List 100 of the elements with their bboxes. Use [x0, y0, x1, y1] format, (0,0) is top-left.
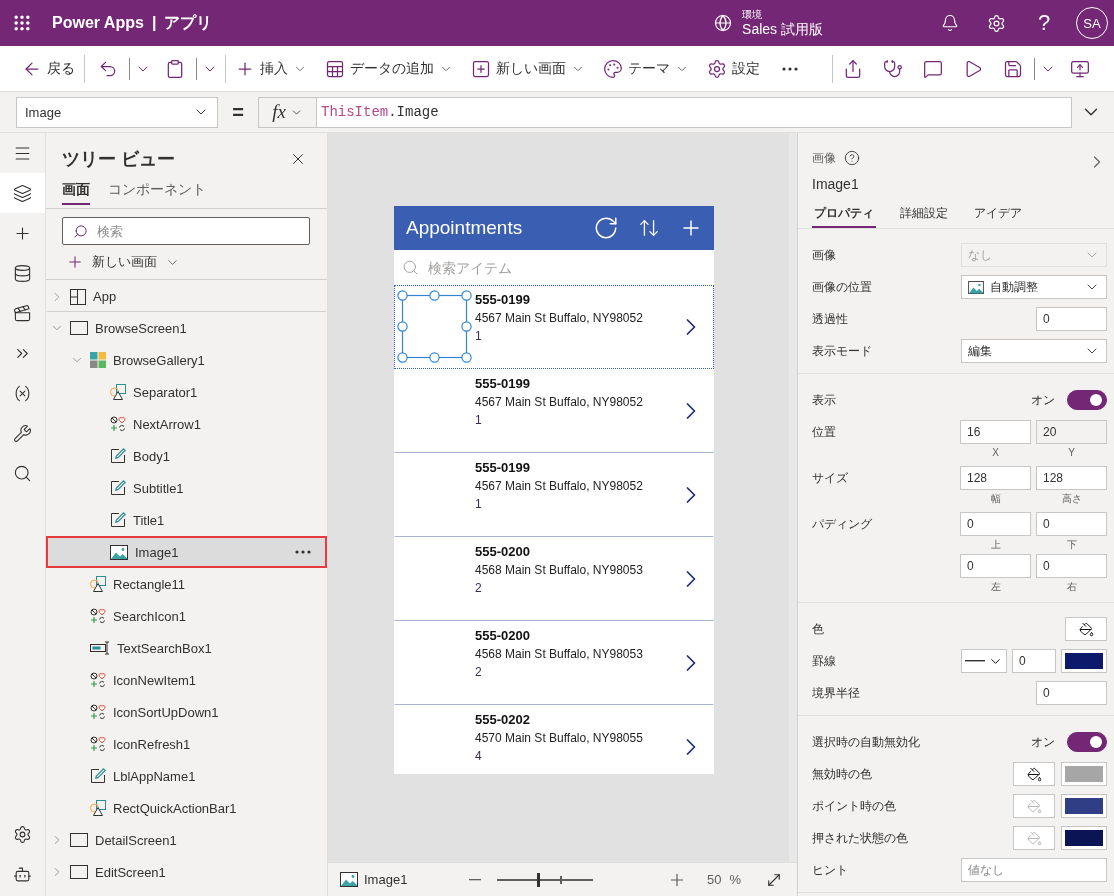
- number-field[interactable]: 0: [1012, 649, 1056, 673]
- minus-icon: [468, 878, 481, 881]
- item-title: 555-0200: [475, 543, 530, 561]
- gallery-item[interactable]: 555-0200 4568 Main St Buffalo, NY98053 2: [394, 537, 714, 621]
- tree-item[interactable]: Body1: [46, 440, 327, 472]
- search-field[interactable]: 検索: [62, 217, 310, 245]
- field-caption: 下: [1066, 538, 1077, 552]
- tree-item[interactable]: IconNewItem1: [46, 664, 327, 696]
- help-icon[interactable]: [844, 150, 860, 166]
- number-field[interactable]: 16: [960, 420, 1031, 444]
- gallery-item[interactable]: 555-0202 4570 Main St Buffalo, NY98055 4: [394, 705, 714, 774]
- add-data-button[interactable]: データの追加: [319, 52, 459, 85]
- back-button[interactable]: 戻る: [16, 52, 81, 85]
- number-field[interactable]: 0: [1036, 512, 1107, 536]
- field-caption: 高さ: [1061, 492, 1082, 506]
- toggle-switch[interactable]: [1067, 390, 1107, 410]
- zoom-in-button[interactable]: [668, 871, 685, 888]
- theme-button[interactable]: テーマ: [597, 52, 695, 85]
- brand-name: Power Apps: [52, 14, 144, 32]
- tree-item[interactable]: BrowseScreen1: [46, 312, 327, 344]
- tree-item[interactable]: Image1: [46, 536, 327, 568]
- item-body: 4: [475, 748, 482, 765]
- slider-thumb[interactable]: [537, 872, 541, 887]
- tree-item[interactable]: TextSearchBox1: [46, 632, 327, 664]
- image-icon: [340, 872, 358, 887]
- toggle-switch[interactable]: [1067, 732, 1107, 752]
- tree-item[interactable]: Subtitle1: [46, 472, 327, 504]
- control-name: Image1: [812, 175, 859, 194]
- field-caption: 上: [990, 538, 1001, 552]
- tree-item[interactable]: Separator1: [46, 376, 327, 408]
- text-field[interactable]: 値なし: [961, 858, 1107, 882]
- tree-item[interactable]: IconRefresh1: [46, 728, 327, 760]
- plus-square-icon: [471, 58, 491, 79]
- settings-button[interactable]: [987, 13, 1006, 33]
- search-icon: [402, 259, 419, 276]
- tree-item[interactable]: IconSortUpDown1: [46, 696, 327, 728]
- new-screen-button[interactable]: 新しい画面: [64, 249, 182, 275]
- item-body: 1: [475, 412, 482, 429]
- formula-input[interactable]: ThisItem.Image: [317, 96, 1072, 128]
- pencil-icon: [110, 480, 126, 496]
- tab[interactable]: 詳細設定: [898, 203, 950, 228]
- pencil-icon: [110, 512, 126, 528]
- shapes-icon: [90, 800, 106, 816]
- globe-icon: [714, 14, 733, 32]
- tree-item[interactable]: Rectangle11: [46, 568, 327, 600]
- new-screen-button[interactable]: 新しい画面: [465, 52, 591, 85]
- zoom-unit: %: [729, 872, 741, 887]
- settings-button[interactable]: 設定: [701, 52, 766, 85]
- number-field[interactable]: 128: [1036, 466, 1107, 490]
- sort-icon[interactable]: [638, 217, 660, 239]
- tree-item[interactable]: BrowseGallery1: [46, 344, 327, 376]
- tree-item[interactable]: Title1: [46, 504, 327, 536]
- number-field[interactable]: 128: [960, 466, 1031, 490]
- refresh-icon[interactable]: [593, 215, 619, 241]
- layers-icon: [13, 183, 32, 203]
- tree-item[interactable]: LblAppName1: [46, 760, 327, 792]
- zoom-value: 50: [706, 872, 722, 887]
- tree-item[interactable]: RectQuickActionBar1: [46, 792, 327, 824]
- number-field[interactable]: 0: [1036, 681, 1107, 705]
- dropdown[interactable]: 自動調整: [961, 275, 1107, 299]
- number-field[interactable]: 0: [960, 554, 1031, 578]
- gallery-item[interactable]: 555-0199 4567 Main St Buffalo, NY98052 1: [394, 369, 714, 453]
- shapes-icon: [90, 576, 106, 592]
- dropdown[interactable]: 編集: [961, 339, 1107, 363]
- app-launcher-button[interactable]: [12, 13, 32, 33]
- property-label: 表示モード: [812, 342, 872, 360]
- tree-item[interactable]: SearchIcon1: [46, 600, 327, 632]
- gallery-item[interactable]: 555-0200 4568 Main St Buffalo, NY98053 2: [394, 621, 714, 705]
- upload-icon: [1070, 58, 1090, 79]
- notifications-button[interactable]: [941, 14, 959, 32]
- tab[interactable]: プロパティ: [812, 203, 876, 228]
- number-field[interactable]: 0: [960, 512, 1031, 536]
- tree-item[interactable]: DetailScreen1: [46, 824, 327, 856]
- number-field[interactable]: 0: [1036, 307, 1107, 331]
- tab[interactable]: コンポーネント: [108, 181, 206, 205]
- tree-view-button[interactable]: [0, 173, 45, 213]
- help-button[interactable]: ?: [1034, 9, 1054, 37]
- tab[interactable]: アイデア: [972, 203, 1024, 228]
- fill-color-button[interactable]: [1013, 762, 1055, 786]
- gallery-item[interactable]: 555-0199 4567 Main St Buffalo, NY98052 1: [394, 285, 714, 369]
- fill-color-button[interactable]: [1065, 617, 1107, 641]
- field-caption: Y: [1068, 446, 1075, 460]
- tab[interactable]: 画面: [62, 181, 90, 205]
- plus-icon: [66, 253, 84, 271]
- property-dropdown[interactable]: Image: [16, 96, 218, 128]
- number-field[interactable]: 0: [1036, 554, 1107, 578]
- border-style-dropdown[interactable]: [961, 649, 1007, 673]
- environment-picker[interactable]: 環境 Sales 試用版: [714, 9, 823, 37]
- title-separator: |: [151, 14, 157, 32]
- tree-item[interactable]: App: [46, 280, 327, 312]
- gallery-item[interactable]: 555-0199 4567 Main St Buffalo, NY98052 1: [394, 453, 714, 537]
- waffle-icon: [12, 13, 32, 33]
- function-button[interactable]: fx: [258, 96, 317, 128]
- tree-item[interactable]: EditScreen1: [46, 856, 327, 888]
- layout-icon: [70, 288, 86, 305]
- insert-button[interactable]: 挿入: [229, 52, 313, 85]
- shapes-icon: [110, 384, 126, 400]
- wrench-icon: [13, 423, 32, 443]
- tree-item[interactable]: NextArrow1: [46, 408, 327, 440]
- selection-frame[interactable]: [397, 290, 473, 364]
